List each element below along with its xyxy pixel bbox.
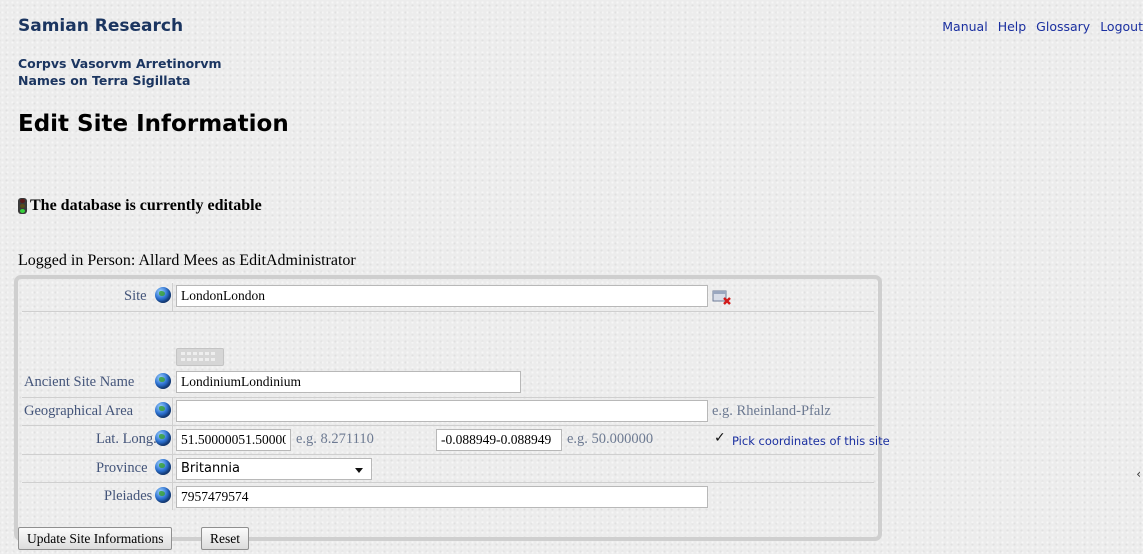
reset-button[interactable]: Reset	[201, 527, 249, 550]
logged-in-person: Logged in Person: Allard Mees as EditAdm…	[18, 252, 356, 269]
nav-glossary[interactable]: Glossary	[1036, 19, 1090, 34]
latitude-hint: e.g. 8.271110	[296, 431, 374, 447]
checkmark-icon: ✓	[714, 430, 726, 446]
pick-coordinates-link[interactable]: Pick coordinates of this site	[732, 434, 890, 448]
province-selected-value: Britannia	[181, 461, 240, 476]
globe-icon	[155, 459, 171, 475]
globe-icon	[155, 373, 171, 389]
pleiades-label: Pleiades	[104, 488, 153, 504]
site-input[interactable]	[176, 285, 708, 307]
row-lat-long: Lat. Long. e.g. 8.271110 e.g. 50.000000 …	[22, 425, 890, 454]
lat-long-label: Lat. Long.	[96, 431, 157, 447]
province-select[interactable]: Britannia	[176, 458, 372, 480]
globe-icon	[155, 287, 171, 303]
subtitle-corpus: Corpvs Vasorvm Arretinorvm	[18, 56, 222, 71]
row-geo-area: Geographical Area e.g. Rheinland-Pfalz	[22, 397, 874, 425]
row-site: Site	[22, 283, 874, 311]
geo-area-label: Geographical Area	[24, 403, 134, 419]
row-ancient-site: Ancient Site Name	[22, 369, 874, 397]
delete-site-icon[interactable]	[712, 289, 732, 305]
longitude-input[interactable]	[436, 429, 562, 451]
site-label: Site	[124, 288, 147, 304]
geo-area-input[interactable]	[176, 400, 708, 422]
chevron-down-icon	[355, 468, 363, 473]
nav-logout[interactable]: Logout	[1100, 19, 1143, 34]
latitude-input[interactable]	[176, 429, 291, 451]
editable-status-text: The database is currently editable	[30, 197, 262, 214]
globe-icon	[155, 487, 171, 503]
page-title: Edit Site Information	[18, 111, 289, 137]
ancient-site-input[interactable]	[176, 371, 521, 393]
longitude-hint: e.g. 50.000000	[567, 431, 654, 447]
globe-icon	[155, 402, 171, 418]
top-nav: Manual Help Glossary Logout	[936, 19, 1143, 34]
globe-icon	[155, 430, 171, 446]
editable-status: The database is currently editable	[18, 197, 262, 215]
subtitle-names: Names on Terra Sigillata	[18, 73, 191, 88]
geo-area-hint: e.g. Rheinland-Pfalz	[712, 403, 831, 419]
keyboard-icon[interactable]	[176, 348, 224, 366]
nav-help[interactable]: Help	[998, 19, 1027, 34]
pleiades-input[interactable]	[176, 486, 708, 508]
row-province: Province Britannia	[22, 454, 874, 482]
traffic-light-icon	[18, 198, 27, 214]
province-label: Province	[96, 460, 148, 476]
site-form: Site Ancient Site Name Geographical Area…	[14, 275, 890, 541]
ancient-site-label: Ancient Site Name	[24, 374, 135, 390]
scroll-left-icon[interactable]: ‹	[1136, 467, 1141, 481]
row-pleiades: Pleiades	[22, 482, 874, 510]
update-site-button[interactable]: Update Site Informations	[18, 527, 173, 550]
row-keyboard	[22, 311, 874, 369]
nav-manual[interactable]: Manual	[942, 19, 987, 34]
brand-title: Samian Research	[18, 16, 184, 36]
